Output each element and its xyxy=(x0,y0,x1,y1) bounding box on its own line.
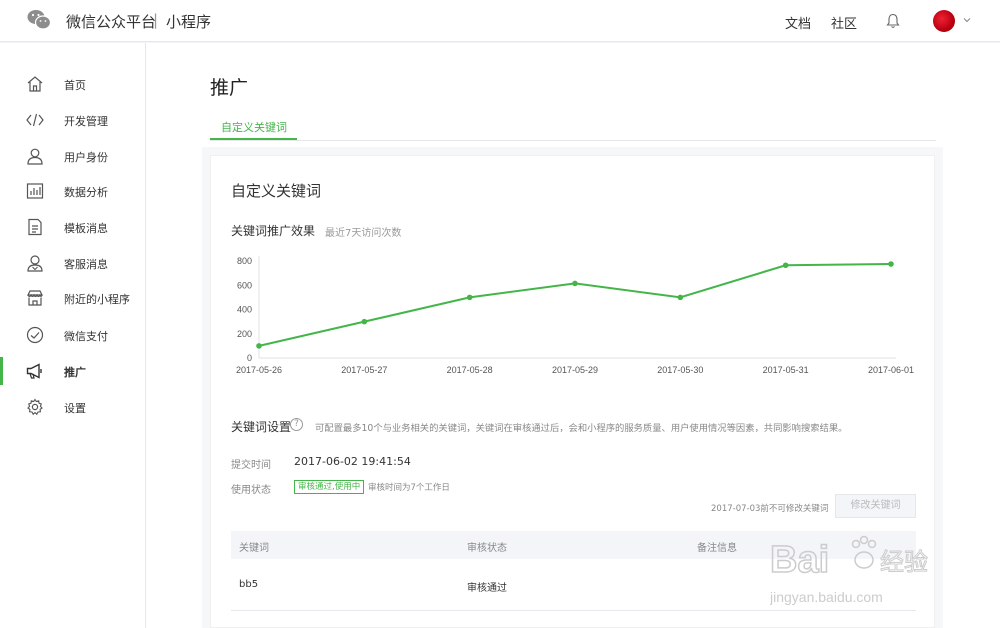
data-point xyxy=(782,262,789,269)
sidebar-item-label: 首页 xyxy=(64,79,86,92)
section-title: 自定义关键词 xyxy=(231,182,322,200)
series-line xyxy=(258,263,892,347)
review-time-note: 审核时间为7个工作日 xyxy=(368,483,450,493)
store-icon xyxy=(27,290,43,306)
x-tick-label: 2017-05-30 xyxy=(657,365,703,375)
platform-name[interactable]: 微信公众平台 xyxy=(66,11,156,32)
sidebar-item-label: 模板消息 xyxy=(64,222,108,235)
status-badge: 审核通过,使用中 xyxy=(294,480,365,494)
tab-divider xyxy=(210,140,936,141)
x-tick-label: 2017-05-31 xyxy=(763,365,809,375)
home-icon xyxy=(27,76,43,92)
sidebar-item-nearby-miniprogram[interactable]: 附近的小程序 xyxy=(0,280,145,316)
y-tick-label: 400 xyxy=(237,305,252,315)
active-indicator xyxy=(0,357,3,385)
status-cell: 审核通过 xyxy=(467,583,507,594)
sidebar-item-label: 推广 xyxy=(64,366,86,379)
sidebar-item-template-messages[interactable]: 模板消息 xyxy=(0,209,145,245)
bell-icon[interactable] xyxy=(886,13,900,29)
y-tick-label: 200 xyxy=(237,329,252,339)
user-icon xyxy=(27,148,43,165)
sidebar-item-settings[interactable]: 设置 xyxy=(0,389,145,425)
keyword-cell: bb5 xyxy=(239,579,259,590)
modify-keywords-button[interactable]: 修改关键词 xyxy=(835,494,916,518)
megaphone-icon xyxy=(26,363,42,379)
data-point xyxy=(677,294,684,301)
document-icon xyxy=(28,218,42,236)
usage-status-label: 使用状态 xyxy=(231,485,271,496)
top-header: 微信公众平台 | 小程序 文档 社区 xyxy=(0,0,1000,42)
data-point xyxy=(256,343,262,349)
x-tick-label: 2017-05-27 xyxy=(341,365,387,375)
chart-subtitle: 最近7天访问次数 xyxy=(325,228,402,239)
sidebar-item-dev-management[interactable]: 开发管理 xyxy=(0,102,145,138)
sidebar-nav: 首页 开发管理 用户身份 数据分析 模板消息 客服消息 附近的小程序 微信支付 … xyxy=(0,43,146,628)
data-point xyxy=(361,318,368,325)
x-tick-label: 2017-06-01 xyxy=(868,365,914,375)
x-tick-label: 2017-05-29 xyxy=(552,365,598,375)
sidebar-item-label: 附近的小程序 xyxy=(64,293,130,306)
watermark-text: Bai xyxy=(770,539,829,581)
data-point xyxy=(888,261,894,267)
submit-time-label: 提交时间 xyxy=(231,460,271,471)
data-point xyxy=(466,294,473,301)
sidebar-item-label: 微信支付 xyxy=(64,330,108,343)
sidebar-item-promotion[interactable]: 推广 xyxy=(0,353,145,389)
column-header-keyword: 关键词 xyxy=(239,543,269,554)
watermark-url: jingyan.baidu.com xyxy=(770,589,883,605)
y-tick-label: 0 xyxy=(247,353,252,363)
sidebar-item-data-analysis[interactable]: 数据分析 xyxy=(0,173,145,209)
watermark-text-2: 经验 xyxy=(880,548,928,576)
bar-chart-icon xyxy=(26,183,44,199)
x-tick-label: 2017-05-26 xyxy=(236,365,282,375)
sidebar-item-customer-service[interactable]: 客服消息 xyxy=(0,245,145,281)
brand-separator: | xyxy=(153,11,159,29)
y-tick-label: 800 xyxy=(237,256,252,266)
keyword-settings-description: 可配置最多10个与业务相关的关键词，关键词在审核通过后，会和小程序的服务质量、用… xyxy=(315,423,848,434)
submit-time-value: 2017-06-02 19:41:54 xyxy=(294,455,411,468)
visits-line-chart: 0 200 400 600 800 2017-05-26 2017-05-27 2017-05… xyxy=(236,256,914,375)
sidebar-item-wechat-pay[interactable]: 微信支付 xyxy=(0,317,145,353)
x-tick-label: 2017-05-28 xyxy=(447,365,493,375)
sidebar-item-label: 数据分析 xyxy=(64,186,108,199)
community-link[interactable]: 社区 xyxy=(831,13,857,32)
sidebar-item-label: 开发管理 xyxy=(64,115,108,128)
help-icon[interactable]: ? xyxy=(290,418,303,431)
code-icon xyxy=(26,113,44,127)
paw-icon xyxy=(851,535,877,569)
sidebar-item-label: 设置 xyxy=(64,402,86,415)
sidebar-item-user-identity[interactable]: 用户身份 xyxy=(0,138,145,174)
column-header-remarks: 备注信息 xyxy=(697,543,737,554)
gear-icon xyxy=(27,398,43,416)
pay-icon xyxy=(26,326,44,344)
sidebar-item-home[interactable]: 首页 xyxy=(0,66,145,102)
y-tick-label: 600 xyxy=(237,280,252,290)
keyword-settings-title: 关键词设置 xyxy=(231,420,292,434)
product-name: 小程序 xyxy=(166,13,212,31)
column-header-status: 审核状态 xyxy=(467,543,507,554)
chart-title: 关键词推广效果 xyxy=(231,224,316,238)
data-point xyxy=(572,280,578,287)
modify-restriction-note: 2017-07-03前不可修改关键词 xyxy=(711,504,829,514)
sidebar-item-label: 用户身份 xyxy=(64,151,108,164)
chevron-down-icon[interactable] xyxy=(963,16,971,24)
wechat-logo-icon[interactable] xyxy=(27,9,51,31)
docs-link[interactable]: 文档 xyxy=(785,13,811,32)
user-avatar[interactable] xyxy=(933,10,955,32)
baidu-jingyan-watermark: Bai 经验 jingyan.baidu.com xyxy=(770,535,929,605)
page-title: 推广 xyxy=(210,77,249,99)
support-icon xyxy=(27,255,43,272)
sidebar-item-label: 客服消息 xyxy=(64,258,108,271)
